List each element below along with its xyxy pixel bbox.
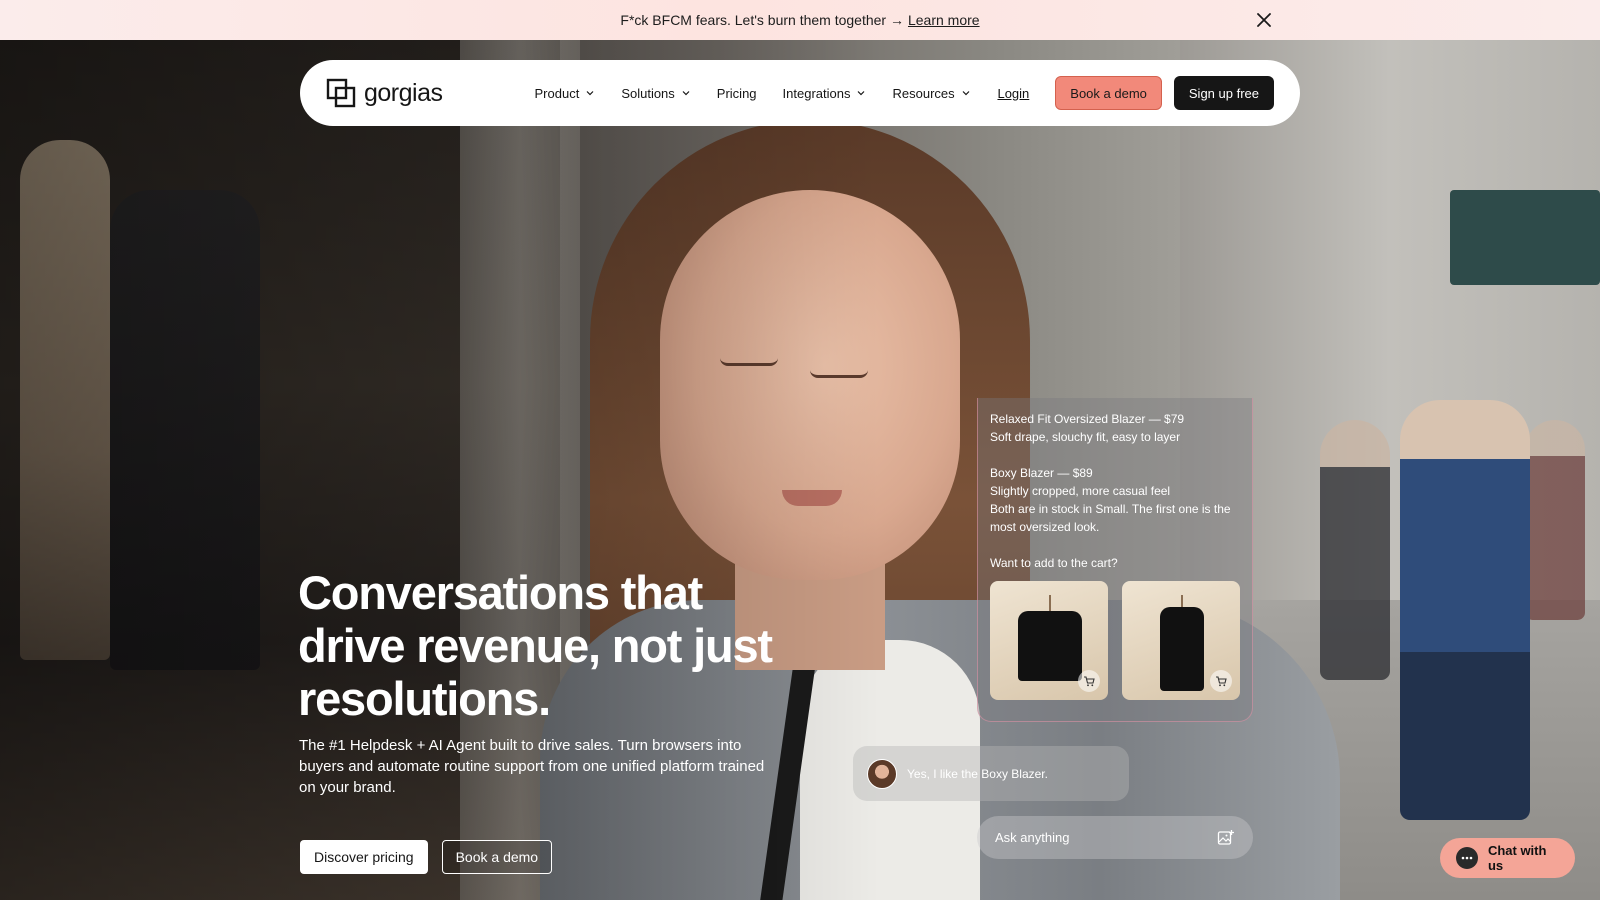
- login-link[interactable]: Login: [997, 86, 1029, 101]
- photo-overlay-shade: [0, 40, 1600, 900]
- discover-pricing-button[interactable]: Discover pricing: [300, 840, 428, 874]
- chat-widget-label: Chat with us: [1487, 843, 1547, 873]
- nav-item-label: Resources: [892, 85, 955, 101]
- cart-icon: [1084, 676, 1095, 687]
- image-upload-icon[interactable]: [1217, 829, 1235, 847]
- gorgias-logo-icon: [326, 78, 356, 108]
- nav-item-label: Product: [534, 85, 580, 101]
- sign-up-button[interactable]: Sign up free: [1173, 76, 1274, 110]
- product1-title: Relaxed Fit Oversized Blazer — $79: [990, 412, 1185, 426]
- blazer-image: [1018, 611, 1082, 681]
- hero-background-photo: [0, 40, 1600, 900]
- add-to-cart-button[interactable]: [1210, 670, 1232, 692]
- gorgias-logo[interactable]: gorgias: [326, 78, 443, 108]
- chevron-down-icon: [682, 91, 690, 96]
- nav-item-solutions[interactable]: Solutions: [621, 86, 690, 101]
- ask-anything-input[interactable]: [995, 830, 1217, 845]
- cart-icon: [1216, 676, 1227, 687]
- avatar: [867, 758, 897, 789]
- chevron-down-icon: [962, 91, 970, 96]
- nav-item-pricing[interactable]: Pricing: [717, 86, 757, 101]
- nav-item-label: Solutions: [621, 85, 675, 101]
- nav-item-resources[interactable]: Resources: [892, 86, 970, 101]
- chat-with-us-button[interactable]: Chat with us: [1440, 838, 1575, 878]
- nav-book-demo-button[interactable]: Book a demo: [1055, 76, 1162, 110]
- cart-question: Want to add to the cart?: [990, 556, 1118, 570]
- announcement-learn-more-link[interactable]: Learn more: [908, 12, 980, 28]
- ask-input-container: [977, 816, 1253, 859]
- nav-actions: Login Book a demo Sign up free: [997, 76, 1274, 110]
- ai-agent-chat-message: Relaxed Fit Oversized Blazer — $79 Soft …: [977, 398, 1253, 722]
- chat-bubble-icon: [1456, 847, 1478, 869]
- announcement-bar: F*ck BFCM fears. Let's burn them togethe…: [0, 0, 1600, 40]
- hero-subtitle: The #1 Helpdesk + AI Agent built to driv…: [299, 737, 765, 796]
- product1-description: Soft drape, slouchy fit, easy to layer: [990, 430, 1181, 444]
- product-cards: [990, 581, 1240, 700]
- hero-book-demo-button[interactable]: Book a demo: [441, 840, 553, 874]
- nav-item-label: Integrations: [782, 85, 851, 101]
- add-to-cart-button[interactable]: [1078, 670, 1100, 692]
- product2-title: Boxy Blazer — $89: [990, 466, 1093, 480]
- hero-actions: Discover pricing Book a demo: [300, 840, 553, 874]
- product-card-oversized-blazer[interactable]: [990, 581, 1108, 700]
- product2-description: Slightly cropped, more casual feel: [990, 484, 1171, 498]
- hero-title: Conversations that drive revenue, not ju…: [298, 566, 773, 725]
- close-icon[interactable]: [1254, 10, 1274, 30]
- chevron-down-icon: [586, 91, 594, 96]
- stock-note: Both are in stock in Small. The first on…: [990, 502, 1231, 534]
- announcement-text: F*ck BFCM fears. Let's burn them togethe…: [620, 12, 904, 28]
- blazer-image: [1160, 607, 1204, 691]
- nav-menu: Product Solutions Pricing Integrations R…: [535, 86, 971, 101]
- main-navbar: gorgias Product Solutions Pricing Integr…: [300, 60, 1300, 126]
- user-reply-text: Yes, I like the Boxy Blazer.: [907, 766, 1048, 781]
- chevron-down-icon: [858, 91, 865, 96]
- nav-item-integrations[interactable]: Integrations: [783, 86, 867, 101]
- user-reply-bubble: Yes, I like the Boxy Blazer.: [853, 746, 1129, 801]
- product-card-boxy-blazer[interactable]: [1122, 581, 1240, 700]
- nav-item-product[interactable]: Product: [535, 86, 596, 101]
- nav-item-label: Pricing: [716, 85, 757, 101]
- logo-wordmark: gorgias: [364, 78, 443, 107]
